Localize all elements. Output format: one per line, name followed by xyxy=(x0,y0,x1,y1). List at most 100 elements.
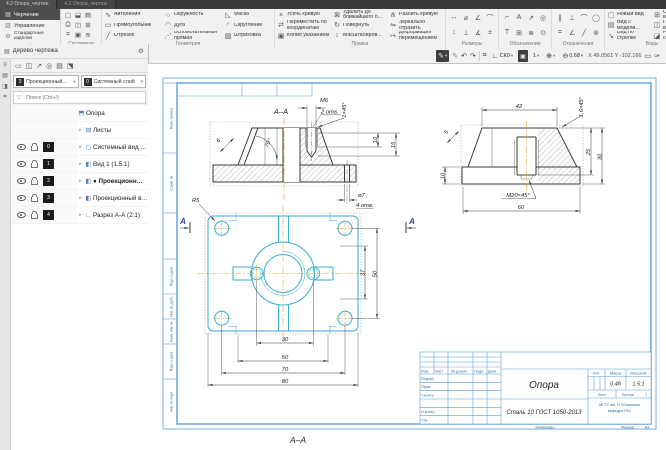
undo-icon[interactable]: ↶ xyxy=(461,52,467,60)
notation-tool-icon[interactable]: ◎ xyxy=(540,14,546,22)
system-tool-icon[interactable]: ▢ xyxy=(65,11,71,19)
view-number-badge[interactable]: 0 xyxy=(43,142,54,152)
gear-icon[interactable]: ⚙ xyxy=(138,47,144,55)
drawing-sheet-svg[interactable]: Перв. примен. Справ. № Подп. и дата Инв.… xyxy=(148,64,666,450)
geometry-tool-button[interactable]: ○Окружность xyxy=(164,10,222,20)
geometry-tool-button[interactable]: ╱Отрезок xyxy=(104,31,162,41)
tree-item-view[interactable]: 1 ▸ ◧ Вид 1 (1.5:1) xyxy=(11,156,148,173)
edit-tool-button[interactable]: ⊠Удалить до ближайшего о... xyxy=(333,10,387,20)
view-section-aa[interactable]: А–А xyxy=(210,98,400,209)
edit-tool-button[interactable]: ⇋Зеркально отразить xyxy=(389,20,443,30)
tree-tool-icon[interactable]: ⬔ xyxy=(67,62,74,70)
layers-button[interactable]: ▣ xyxy=(518,50,528,62)
system-tool-icon[interactable]: ⬓ xyxy=(75,11,81,19)
tree-item-view[interactable]: 0 ▸ ▢ Системный вид (1:1) xyxy=(11,139,148,156)
dimension-tool-icon[interactable]: ± xyxy=(488,29,492,36)
document-tab[interactable]: 4.2 Опора_чертеж xyxy=(58,0,115,9)
drawing-canvas[interactable]: Перв. примен. Справ. № Подп. и дата Инв.… xyxy=(148,64,666,450)
document-tab-active[interactable]: 4.2 Опора_чертеж xyxy=(0,0,57,9)
ribbon-tab-standard-parts[interactable]: ⚙ Стандартные изделия xyxy=(0,31,60,42)
system-tool-icon[interactable]: ◫ xyxy=(75,21,81,29)
visibility-eye-icon[interactable] xyxy=(17,161,26,168)
view-number-badge[interactable]: 2 xyxy=(43,176,54,186)
style-picker-icon[interactable]: ✑ xyxy=(654,52,660,60)
zoom-level-combo[interactable]: ⊖ 0.68 ▾ xyxy=(560,50,585,62)
geometry-tool-button[interactable]: ▭Прямоугольник xyxy=(104,20,162,30)
constraint-tool-icon[interactable]: ∥ xyxy=(558,14,562,22)
notation-tool-icon[interactable]: ↗ xyxy=(528,14,534,22)
ribbon-tab-management[interactable]: ▥ Управление xyxy=(0,20,60,31)
current-layer-combo[interactable]: 0 Системный слой ▾ xyxy=(81,75,147,88)
grid-icon[interactable]: ⌗ xyxy=(483,52,487,60)
sheet-icon[interactable]: ▭ xyxy=(645,52,652,60)
notation-tool-icon[interactable]: T xyxy=(505,29,509,36)
group-label-views[interactable]: Виды xyxy=(607,41,666,49)
view-tool-button[interactable]: ↘Вид по стрелке xyxy=(607,31,651,41)
geometry-tool-button[interactable]: ◺Фаска xyxy=(224,10,272,20)
system-tool-icon[interactable]: ≋ xyxy=(85,31,90,39)
current-view-combo[interactable]: 3 Проекционный... ▾ xyxy=(13,75,79,88)
expand-caret-icon[interactable]: ▸ xyxy=(77,178,84,184)
tree-tool-icon[interactable]: ▭ xyxy=(15,62,22,70)
expand-caret-icon[interactable]: ▸ xyxy=(77,212,84,218)
edit-tool-button[interactable]: ▣Копия указанием xyxy=(277,31,331,41)
edit-tool-button[interactable]: ×Усечь кривую xyxy=(277,10,331,20)
notation-tool-icon[interactable]: A xyxy=(517,14,522,21)
style-pencil-button[interactable]: ✎ ▾ xyxy=(436,50,449,62)
pencil-off-icon[interactable]: ✎ xyxy=(452,52,458,60)
group-label-notations[interactable]: Обозначения xyxy=(501,41,549,49)
geometry-tool-button[interactable]: ◠Дуга xyxy=(164,20,222,30)
tree-tool-icon[interactable]: ◎ xyxy=(46,62,52,70)
lock-icon[interactable] xyxy=(31,146,38,151)
tree-search[interactable]: ▽ xyxy=(13,91,146,104)
lock-icon[interactable] xyxy=(31,197,38,202)
redo-icon[interactable]: ↷ xyxy=(470,52,476,60)
dimension-tool-icon[interactable]: ↔ xyxy=(451,14,458,21)
constraint-tool-icon[interactable]: ◯ xyxy=(592,14,600,22)
expand-caret-icon[interactable]: ▸ xyxy=(77,127,84,133)
dimension-tool-icon[interactable]: ↕ xyxy=(452,29,456,36)
tree-tool-icon[interactable]: ▤ xyxy=(56,62,63,70)
view-tool-button[interactable]: ▢Новый вид xyxy=(607,10,651,20)
lock-icon[interactable] xyxy=(31,180,38,185)
group-label-edit[interactable]: Правка xyxy=(277,41,443,49)
visibility-eye-icon[interactable] xyxy=(17,178,26,185)
constraint-tool-icon[interactable]: = xyxy=(558,29,562,36)
view-tool-button[interactable]: ◪Разрез/сечение xyxy=(653,31,666,41)
lock-icon[interactable] xyxy=(31,214,38,219)
panel-strip-icon[interactable]: ⌗ xyxy=(3,94,6,101)
tree-item-view[interactable]: 4 ▸ ∟ Разрез А-А (2:1) xyxy=(11,207,148,224)
expand-caret-icon[interactable]: ▸ xyxy=(77,195,84,201)
constraint-tool-icon[interactable]: ╱ xyxy=(582,29,586,37)
dimension-tool-icon[interactable]: ∡ xyxy=(475,29,481,37)
tree-item-sheets[interactable]: ▸ ▤ Листы xyxy=(11,122,148,139)
tree-item-view[interactable]: 3 ▸ ◧ Проекционный вид 3 (1.5:1) xyxy=(11,190,148,207)
tree-item-view[interactable]: 2 ▸ ◧ ● Проекционный вид 2 (1.5:1) xyxy=(11,173,148,190)
constraint-tool-icon[interactable]: ⊥ xyxy=(569,14,575,22)
view-number-badge[interactable]: 4 xyxy=(43,210,54,220)
group-label-constraints[interactable]: Ограничения xyxy=(554,41,602,49)
notation-tool-icon[interactable]: ⊙ xyxy=(540,29,546,37)
coordinate-system-combo[interactable]: ∟ СК0 ▾ xyxy=(490,50,515,62)
view-tool-button[interactable]: ▤Вид с модели... xyxy=(607,20,651,30)
visibility-eye-icon[interactable] xyxy=(17,144,26,151)
edit-tool-button[interactable]: ↕Масштабиров... xyxy=(333,31,387,41)
visibility-eye-icon[interactable] xyxy=(17,195,26,202)
panel-strip-icon[interactable]: ≡ xyxy=(3,62,7,68)
notation-tool-icon[interactable]: ⌐ xyxy=(505,14,509,21)
constraint-tool-icon[interactable]: ⊚ xyxy=(593,29,599,37)
geometry-tool-button[interactable]: ∿Автолиния xyxy=(104,10,162,20)
system-tool-icon[interactable]: ⊞ xyxy=(85,21,90,29)
geometry-tool-button[interactable]: ⋰Вспомогатель­ная прямая xyxy=(164,31,222,41)
system-tool-icon[interactable]: ▣ xyxy=(75,31,81,39)
layer-combo[interactable]: 1 ▾ xyxy=(531,50,541,62)
notation-tool-icon[interactable]: ≣ xyxy=(528,29,534,37)
edit-tool-button[interactable]: ⋔Разбить кривую xyxy=(389,10,443,20)
geometry-tool-button[interactable]: ▨Штриховка xyxy=(224,31,272,41)
panel-strip-icon[interactable]: ◨ xyxy=(2,83,8,90)
system-tool-icon[interactable]: ⌗ xyxy=(66,31,70,39)
dimension-tool-icon[interactable]: ⊥ xyxy=(463,29,469,37)
constraint-tool-icon[interactable]: ∠ xyxy=(569,29,575,37)
zoom-tools-button[interactable]: ⊕ ▾ xyxy=(544,50,557,62)
geometry-tool-button[interactable]: ◜Скругление xyxy=(224,20,272,30)
